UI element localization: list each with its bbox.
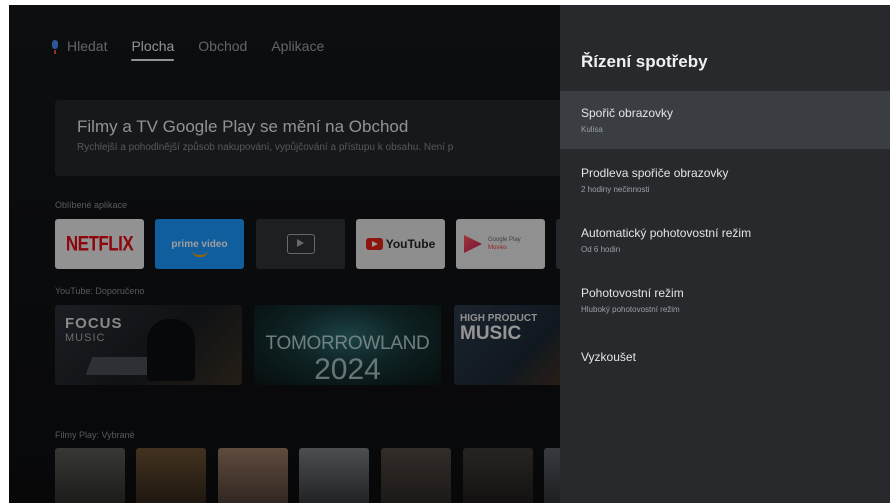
setting-label: Prodleva spořiče obrazovky	[581, 166, 729, 180]
home-screen: Hledat Plocha Obchod Aplikace Filmy a TV…	[9, 5, 560, 503]
setting-value: Kulisa	[581, 125, 603, 134]
tv-screen: Hledat Plocha Obchod Aplikace Filmy a TV…	[9, 5, 890, 503]
panel-title: Řízení spotřeby	[581, 52, 708, 71]
setting-value: 2 hodiny nečinnosti	[581, 185, 650, 194]
setting-label: Vyzkoušet	[581, 350, 636, 364]
background-dim-overlay	[9, 5, 560, 503]
setting-auto-standby[interactable]: Automatický pohotovostní režim Od 6 hodi…	[560, 211, 890, 269]
setting-label: Pohotovostní režim	[581, 286, 684, 300]
setting-label: Automatický pohotovostní režim	[581, 226, 752, 240]
setting-screensaver-delay[interactable]: Prodleva spořiče obrazovky 2 hodiny neči…	[560, 151, 890, 209]
setting-label: Spořič obrazovky	[581, 106, 674, 120]
setting-screensaver[interactable]: Spořič obrazovky Kulisa	[560, 91, 890, 149]
setting-try-now[interactable]: Vyzkoušet	[560, 329, 890, 387]
setting-value: Hluboký pohotovostní režim	[581, 305, 680, 314]
settings-panel: Řízení spotřeby Spořič obrazovky Kulisa …	[560, 5, 890, 503]
setting-standby-mode[interactable]: Pohotovostní režim Hluboký pohotovostní …	[560, 271, 890, 329]
setting-value: Od 6 hodin	[581, 245, 621, 254]
